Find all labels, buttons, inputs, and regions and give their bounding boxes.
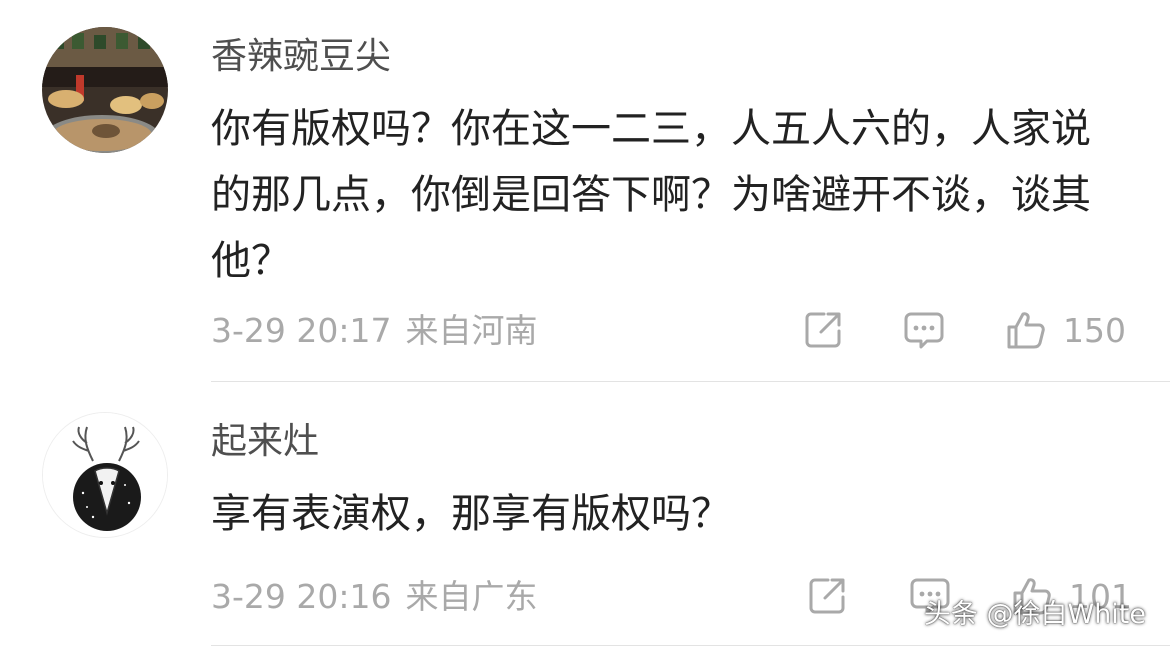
watermark: 头条 @徐白White <box>923 599 1146 630</box>
reply-button[interactable] <box>903 309 945 351</box>
divider <box>211 645 1170 646</box>
share-button[interactable] <box>802 309 844 351</box>
deer-sketch-avatar <box>43 413 167 537</box>
comment-text: 享有表演权，那享有版权吗？ <box>211 491 731 537</box>
like-count: 150 <box>1063 310 1126 350</box>
comment-location: 来自广东 <box>405 577 538 616</box>
thumbs-up-icon <box>1007 312 1045 349</box>
hotpot-photo-avatar <box>42 27 168 153</box>
comment-time: 3-29 20:16 <box>211 577 392 616</box>
comment-meta: 3-29 20:16 来自广东 <box>211 577 538 617</box>
avatar[interactable] <box>42 27 168 153</box>
avatar[interactable] <box>42 412 168 538</box>
comment-time: 3-29 20:17 <box>211 311 392 350</box>
comment-icon <box>904 312 944 349</box>
comment-location: 来自河南 <box>405 311 538 350</box>
comment-meta: 3-29 20:17 来自河南 <box>211 311 538 351</box>
comment-text: 你有版权吗？你在这一二三，人五人六的，人家说的那几点，你倒是回答下啊？为啥避开不… <box>211 106 1091 284</box>
share-icon <box>809 578 845 614</box>
like-button[interactable]: 150 <box>1005 309 1126 351</box>
username[interactable]: 起来灶 <box>211 420 319 464</box>
share-icon <box>805 312 841 348</box>
comment-item: 香辣豌豆尖 你有版权吗？你在这一二三，人五人六的，人家说的那几点，你倒是回答下啊… <box>0 0 1170 382</box>
username[interactable]: 香辣豌豆尖 <box>211 35 391 79</box>
share-button[interactable] <box>806 575 848 617</box>
